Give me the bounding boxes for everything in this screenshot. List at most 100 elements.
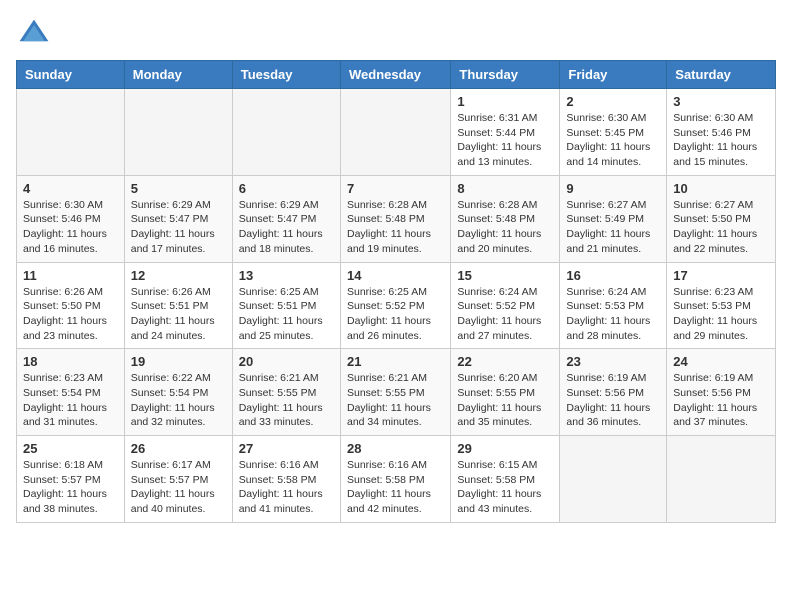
- week-row-1: 1 Sunrise: 6:31 AM Sunset: 5:44 PM Daylig…: [17, 89, 776, 176]
- day-info: Sunrise: 6:25 AM Sunset: 5:52 PM Dayligh…: [347, 285, 444, 344]
- day-number: 16: [566, 268, 660, 283]
- calendar-cell: 27 Sunrise: 6:16 AM Sunset: 5:58 PM Dayli…: [232, 436, 340, 523]
- day-info: Sunrise: 6:16 AM Sunset: 5:58 PM Dayligh…: [347, 458, 444, 517]
- day-info: Sunrise: 6:30 AM Sunset: 5:45 PM Dayligh…: [566, 111, 660, 170]
- day-info: Sunrise: 6:29 AM Sunset: 5:47 PM Dayligh…: [239, 198, 334, 257]
- calendar-cell: 10 Sunrise: 6:27 AM Sunset: 5:50 PM Dayli…: [667, 175, 776, 262]
- day-number: 22: [457, 354, 553, 369]
- day-number: 17: [673, 268, 769, 283]
- day-info: Sunrise: 6:30 AM Sunset: 5:46 PM Dayligh…: [673, 111, 769, 170]
- day-info: Sunrise: 6:27 AM Sunset: 5:50 PM Dayligh…: [673, 198, 769, 257]
- calendar-cell: 13 Sunrise: 6:25 AM Sunset: 5:51 PM Dayli…: [232, 262, 340, 349]
- day-info: Sunrise: 6:24 AM Sunset: 5:53 PM Dayligh…: [566, 285, 660, 344]
- day-info: Sunrise: 6:20 AM Sunset: 5:55 PM Dayligh…: [457, 371, 553, 430]
- day-number: 15: [457, 268, 553, 283]
- day-info: Sunrise: 6:30 AM Sunset: 5:46 PM Dayligh…: [23, 198, 118, 257]
- column-header-friday: Friday: [560, 61, 667, 89]
- column-header-sunday: Sunday: [17, 61, 125, 89]
- day-info: Sunrise: 6:28 AM Sunset: 5:48 PM Dayligh…: [457, 198, 553, 257]
- day-info: Sunrise: 6:18 AM Sunset: 5:57 PM Dayligh…: [23, 458, 118, 517]
- day-info: Sunrise: 6:23 AM Sunset: 5:53 PM Dayligh…: [673, 285, 769, 344]
- day-info: Sunrise: 6:26 AM Sunset: 5:50 PM Dayligh…: [23, 285, 118, 344]
- calendar-cell: 21 Sunrise: 6:21 AM Sunset: 5:55 PM Dayli…: [340, 349, 450, 436]
- day-info: Sunrise: 6:16 AM Sunset: 5:58 PM Dayligh…: [239, 458, 334, 517]
- column-header-saturday: Saturday: [667, 61, 776, 89]
- calendar-cell: 5 Sunrise: 6:29 AM Sunset: 5:47 PM Daylig…: [124, 175, 232, 262]
- day-number: 25: [23, 441, 118, 456]
- column-header-wednesday: Wednesday: [340, 61, 450, 89]
- calendar-cell: 15 Sunrise: 6:24 AM Sunset: 5:52 PM Dayli…: [451, 262, 560, 349]
- calendar-header-row: SundayMondayTuesdayWednesdayThursdayFrid…: [17, 61, 776, 89]
- day-info: Sunrise: 6:29 AM Sunset: 5:47 PM Dayligh…: [131, 198, 226, 257]
- column-header-monday: Monday: [124, 61, 232, 89]
- calendar-cell: 8 Sunrise: 6:28 AM Sunset: 5:48 PM Daylig…: [451, 175, 560, 262]
- day-number: 13: [239, 268, 334, 283]
- day-number: 18: [23, 354, 118, 369]
- day-number: 1: [457, 94, 553, 109]
- day-number: 7: [347, 181, 444, 196]
- day-info: Sunrise: 6:21 AM Sunset: 5:55 PM Dayligh…: [347, 371, 444, 430]
- day-number: 24: [673, 354, 769, 369]
- day-number: 21: [347, 354, 444, 369]
- calendar-cell: 23Sunrise: 6:19 AM Sunset: 5:56 PM Dayli…: [560, 349, 667, 436]
- day-number: 4: [23, 181, 118, 196]
- calendar-cell: 19 Sunrise: 6:22 AM Sunset: 5:54 PM Dayli…: [124, 349, 232, 436]
- calendar-cell: [667, 436, 776, 523]
- week-row-5: 25 Sunrise: 6:18 AM Sunset: 5:57 PM Dayli…: [17, 436, 776, 523]
- logo: [16, 16, 56, 52]
- calendar-cell: [17, 89, 125, 176]
- calendar-cell: 2 Sunrise: 6:30 AM Sunset: 5:45 PM Daylig…: [560, 89, 667, 176]
- calendar-table: SundayMondayTuesdayWednesdayThursdayFrid…: [16, 60, 776, 523]
- calendar-cell: [340, 89, 450, 176]
- calendar-cell: [560, 436, 667, 523]
- day-number: 29: [457, 441, 553, 456]
- day-number: 8: [457, 181, 553, 196]
- day-info: Sunrise: 6:15 AM Sunset: 5:58 PM Dayligh…: [457, 458, 553, 517]
- day-number: 9: [566, 181, 660, 196]
- calendar-cell: 3 Sunrise: 6:30 AM Sunset: 5:46 PM Daylig…: [667, 89, 776, 176]
- week-row-2: 4 Sunrise: 6:30 AM Sunset: 5:46 PM Daylig…: [17, 175, 776, 262]
- day-info: Sunrise: 6:22 AM Sunset: 5:54 PM Dayligh…: [131, 371, 226, 430]
- day-info: Sunrise: 6:24 AM Sunset: 5:52 PM Dayligh…: [457, 285, 553, 344]
- calendar-cell: 11Sunrise: 6:26 AM Sunset: 5:50 PM Dayli…: [17, 262, 125, 349]
- week-row-4: 18 Sunrise: 6:23 AM Sunset: 5:54 PM Dayli…: [17, 349, 776, 436]
- day-info: Sunrise: 6:31 AM Sunset: 5:44 PM Dayligh…: [457, 111, 553, 170]
- calendar-cell: 29 Sunrise: 6:15 AM Sunset: 5:58 PM Dayli…: [451, 436, 560, 523]
- logo-icon: [16, 16, 52, 52]
- day-number: 28: [347, 441, 444, 456]
- day-number: 20: [239, 354, 334, 369]
- calendar-cell: 1 Sunrise: 6:31 AM Sunset: 5:44 PM Daylig…: [451, 89, 560, 176]
- day-info: Sunrise: 6:25 AM Sunset: 5:51 PM Dayligh…: [239, 285, 334, 344]
- calendar-cell: 17 Sunrise: 6:23 AM Sunset: 5:53 PM Dayli…: [667, 262, 776, 349]
- day-number: 6: [239, 181, 334, 196]
- day-info: Sunrise: 6:23 AM Sunset: 5:54 PM Dayligh…: [23, 371, 118, 430]
- day-info: Sunrise: 6:19 AM Sunset: 5:56 PM Dayligh…: [673, 371, 769, 430]
- day-info: Sunrise: 6:27 AM Sunset: 5:49 PM Dayligh…: [566, 198, 660, 257]
- calendar-cell: 14 Sunrise: 6:25 AM Sunset: 5:52 PM Dayli…: [340, 262, 450, 349]
- day-number: 14: [347, 268, 444, 283]
- day-number: 23: [566, 354, 660, 369]
- day-number: 19: [131, 354, 226, 369]
- calendar-cell: 18 Sunrise: 6:23 AM Sunset: 5:54 PM Dayli…: [17, 349, 125, 436]
- day-number: 3: [673, 94, 769, 109]
- calendar-cell: [124, 89, 232, 176]
- day-number: 27: [239, 441, 334, 456]
- day-number: 12: [131, 268, 226, 283]
- day-info: Sunrise: 6:28 AM Sunset: 5:48 PM Dayligh…: [347, 198, 444, 257]
- day-info: Sunrise: 6:17 AM Sunset: 5:57 PM Dayligh…: [131, 458, 226, 517]
- calendar-cell: 24 Sunrise: 6:19 AM Sunset: 5:56 PM Dayli…: [667, 349, 776, 436]
- calendar-cell: 22 Sunrise: 6:20 AM Sunset: 5:55 PM Dayli…: [451, 349, 560, 436]
- calendar-cell: 28 Sunrise: 6:16 AM Sunset: 5:58 PM Dayli…: [340, 436, 450, 523]
- calendar-cell: 12 Sunrise: 6:26 AM Sunset: 5:51 PM Dayli…: [124, 262, 232, 349]
- day-info: Sunrise: 6:26 AM Sunset: 5:51 PM Dayligh…: [131, 285, 226, 344]
- calendar-cell: 7 Sunrise: 6:28 AM Sunset: 5:48 PM Daylig…: [340, 175, 450, 262]
- day-number: 5: [131, 181, 226, 196]
- day-number: 2: [566, 94, 660, 109]
- column-header-thursday: Thursday: [451, 61, 560, 89]
- calendar-cell: 25 Sunrise: 6:18 AM Sunset: 5:57 PM Dayli…: [17, 436, 125, 523]
- calendar-cell: 4 Sunrise: 6:30 AM Sunset: 5:46 PM Daylig…: [17, 175, 125, 262]
- day-number: 10: [673, 181, 769, 196]
- day-number: 26: [131, 441, 226, 456]
- calendar-cell: [232, 89, 340, 176]
- calendar-cell: 20Sunrise: 6:21 AM Sunset: 5:55 PM Dayli…: [232, 349, 340, 436]
